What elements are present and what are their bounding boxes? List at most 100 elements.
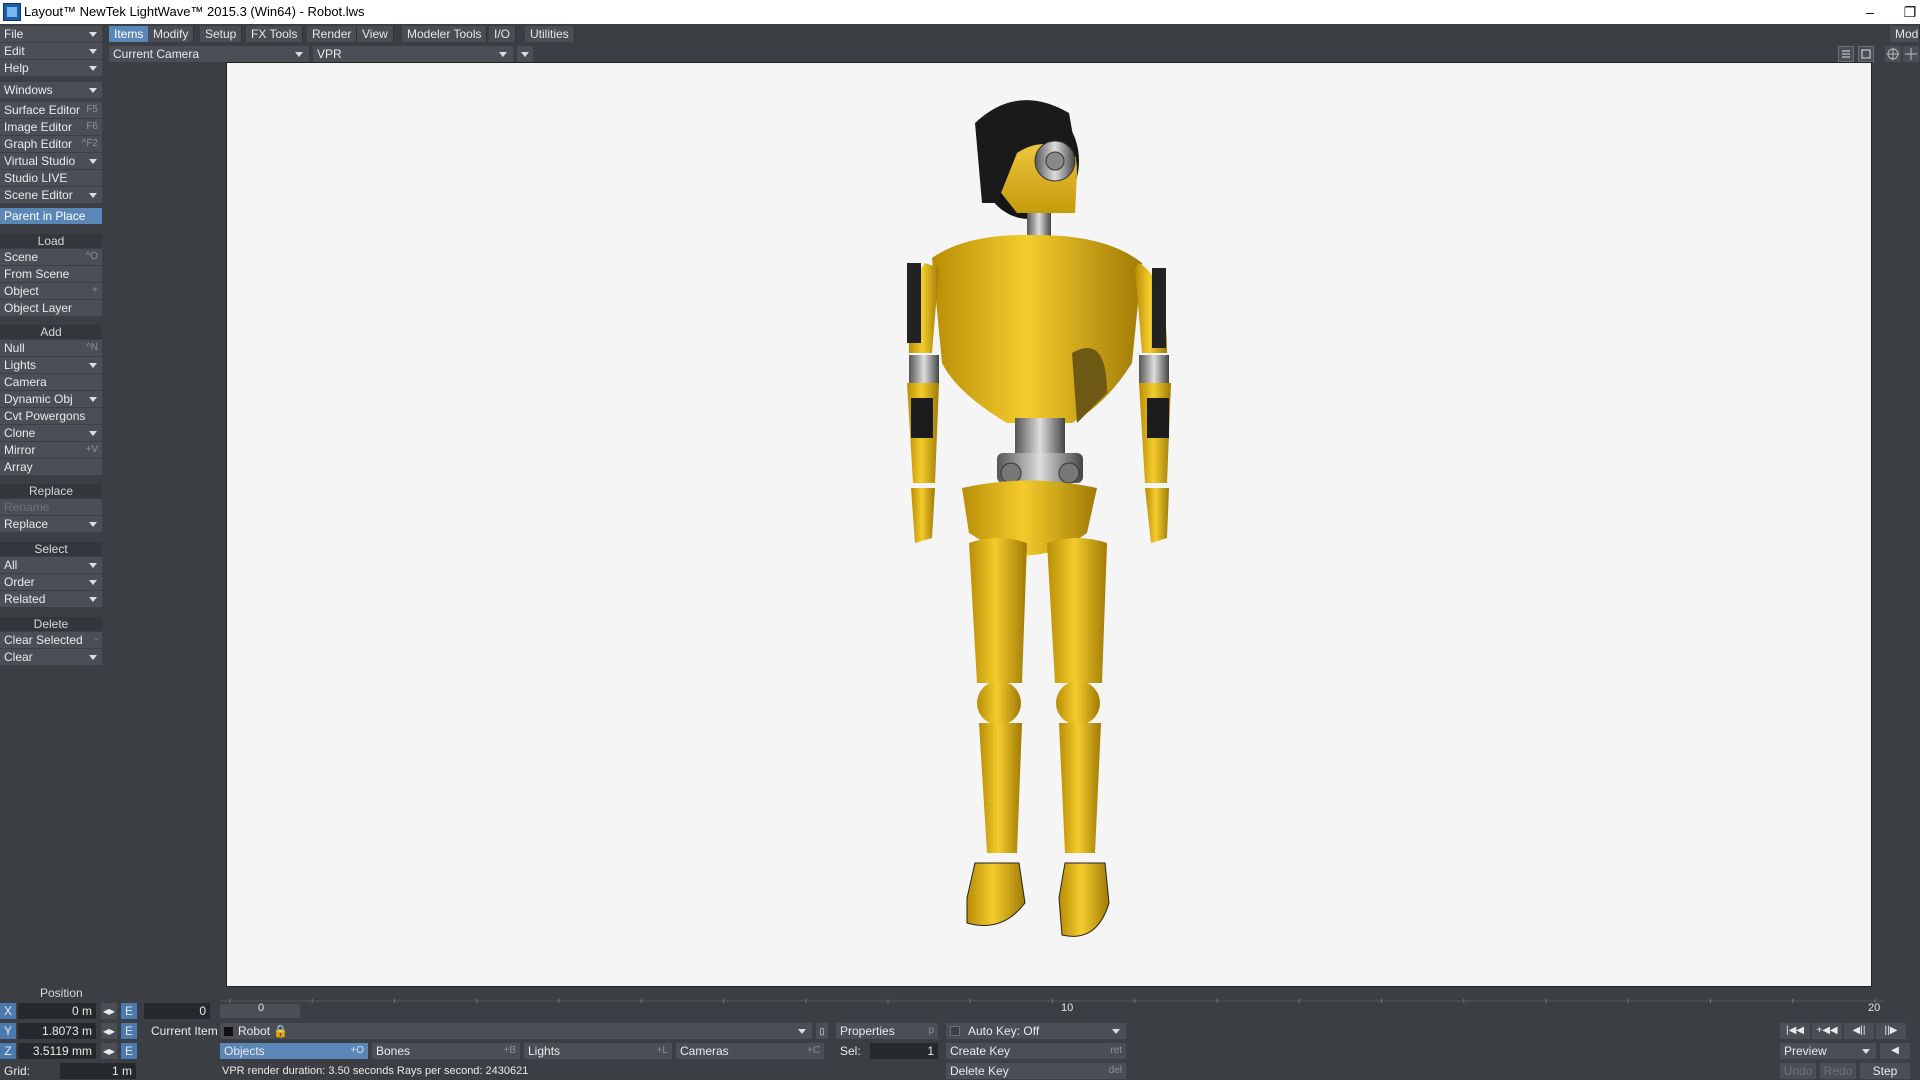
- grid-size-field[interactable]: 1 m: [60, 1063, 136, 1079]
- z-axis-toggle[interactable]: Z: [0, 1043, 16, 1059]
- mirror-button[interactable]: Mirror +V: [0, 442, 102, 458]
- viewport-camera-select[interactable]: Current Camera: [109, 46, 309, 62]
- viewport-rotate-icon[interactable]: [1903, 46, 1919, 62]
- tab-render[interactable]: Render: [307, 26, 358, 42]
- x-keyframe-arrows[interactable]: ◂▸: [101, 1003, 117, 1019]
- lightwave-app-icon: [3, 3, 21, 21]
- help-menu-button[interactable]: Help: [0, 60, 102, 76]
- maximize-button[interactable]: ❐: [1896, 0, 1920, 24]
- auto-key-select[interactable]: Auto Key: Off: [946, 1023, 1126, 1039]
- shortcut-hint: ret: [1110, 1045, 1122, 1056]
- bones-mode-button[interactable]: Bones +B: [372, 1043, 520, 1059]
- window-title: Layout™ NewTek LightWave™ 2015.3 (Win64)…: [24, 4, 365, 19]
- image-editor-button[interactable]: Image Editor F6: [0, 119, 102, 135]
- lights-mode-button[interactable]: Lights +L: [524, 1043, 672, 1059]
- parent-in-place-toggle[interactable]: Parent in Place: [0, 208, 102, 224]
- shortcut-hint: -: [94, 634, 98, 645]
- play-reverse-button[interactable]: ◀: [1880, 1043, 1910, 1059]
- tab-fx-tools[interactable]: FX Tools: [246, 26, 304, 42]
- viewport-toolbar: Current Camera VPR: [107, 44, 1920, 62]
- tab-view[interactable]: View: [357, 26, 394, 42]
- current-item-select[interactable]: Robot 🔒: [220, 1023, 812, 1039]
- current-item-label: Current Item: [151, 1024, 218, 1038]
- current-frame-field[interactable]: 0: [144, 1003, 210, 1019]
- shortcut-hint: p: [928, 1025, 934, 1036]
- select-all-button[interactable]: All: [0, 557, 102, 573]
- y-position-field[interactable]: 1.8073 m: [18, 1023, 96, 1039]
- undo-button[interactable]: Undo: [1780, 1063, 1816, 1079]
- shortcut-hint: +V: [85, 444, 98, 455]
- previous-frame-button[interactable]: ◀||: [1844, 1023, 1874, 1039]
- redo-button[interactable]: Redo: [1820, 1063, 1856, 1079]
- minimize-button[interactable]: –: [1856, 0, 1884, 24]
- viewport-maximize-icon[interactable]: [1858, 46, 1874, 62]
- replace-section-header: Replace: [0, 484, 102, 498]
- load-object-button[interactable]: Object +: [0, 283, 102, 299]
- x-position-field[interactable]: 0 m: [18, 1003, 96, 1019]
- tab-io[interactable]: I/O: [489, 26, 517, 42]
- cameras-mode-button[interactable]: Cameras +C: [676, 1043, 824, 1059]
- tab-setup[interactable]: Setup: [200, 26, 243, 42]
- delete-key-button[interactable]: Delete Key del: [946, 1063, 1126, 1079]
- viewport-move-icon[interactable]: [1885, 46, 1901, 62]
- add-lights-button[interactable]: Lights: [0, 357, 102, 373]
- replace-button[interactable]: Replace: [0, 516, 102, 532]
- select-related-button[interactable]: Related: [0, 591, 102, 607]
- x-axis-toggle[interactable]: X: [0, 1003, 16, 1019]
- vpr-status-text: VPR render duration: 3.50 seconds Rays p…: [222, 1065, 529, 1077]
- virtual-studio-button[interactable]: Virtual Studio: [0, 153, 102, 169]
- load-section-header: Load: [0, 234, 102, 248]
- y-envelope-button[interactable]: E: [121, 1023, 137, 1039]
- edit-menu-button[interactable]: Edit: [0, 43, 102, 59]
- z-position-field[interactable]: 3.5119 mm: [18, 1043, 96, 1059]
- viewport-options-dropdown[interactable]: [517, 46, 533, 62]
- chevron-down-icon: [89, 655, 97, 660]
- y-keyframe-arrows[interactable]: ◂▸: [101, 1023, 117, 1039]
- go-to-start-button[interactable]: |◀◀: [1780, 1023, 1810, 1039]
- load-scene-button[interactable]: Scene ^O: [0, 249, 102, 265]
- scene-editor-button[interactable]: Scene Editor: [0, 187, 102, 203]
- step-button[interactable]: Step: [1860, 1063, 1910, 1079]
- timeline-slider[interactable]: 0 10 20: [220, 997, 1885, 1019]
- viewport-list-icon[interactable]: [1838, 46, 1854, 62]
- file-menu-button[interactable]: File: [0, 26, 102, 42]
- studio-live-button[interactable]: Studio LIVE: [0, 170, 102, 186]
- preview-select[interactable]: Preview: [1780, 1043, 1876, 1059]
- add-camera-button[interactable]: Camera: [0, 374, 102, 390]
- clear-selected-button[interactable]: Clear Selected -: [0, 632, 102, 648]
- tab-utilities[interactable]: Utilities: [525, 26, 575, 42]
- previous-key-button[interactable]: +◀◀: [1812, 1023, 1842, 1039]
- next-frame-button[interactable]: ||▶: [1876, 1023, 1906, 1039]
- tab-modeler-tools[interactable]: Modeler Tools: [402, 26, 488, 42]
- create-key-button[interactable]: Create Key ret: [946, 1043, 1126, 1059]
- item-options-button[interactable]: ▯: [816, 1023, 828, 1039]
- viewport-3d[interactable]: [226, 62, 1872, 987]
- auto-key-checkbox[interactable]: [950, 1026, 960, 1036]
- delete-section-header: Delete: [0, 617, 102, 631]
- z-envelope-button[interactable]: E: [121, 1043, 137, 1059]
- load-from-scene-button[interactable]: From Scene: [0, 266, 102, 282]
- array-button[interactable]: Array: [0, 459, 102, 475]
- rename-button[interactable]: Rename: [0, 499, 102, 515]
- tab-items[interactable]: Items: [109, 26, 150, 42]
- z-keyframe-arrows[interactable]: ◂▸: [101, 1043, 117, 1059]
- windows-menu-button[interactable]: Windows: [0, 82, 102, 98]
- x-envelope-button[interactable]: E: [121, 1003, 137, 1019]
- load-object-layer-button[interactable]: Object Layer: [0, 300, 102, 316]
- clear-button[interactable]: Clear: [0, 649, 102, 665]
- select-order-button[interactable]: Order: [0, 574, 102, 590]
- surface-editor-button[interactable]: Surface Editor F5: [0, 102, 102, 118]
- select-section-header: Select: [0, 542, 102, 556]
- viewport-render-mode-select[interactable]: VPR: [313, 46, 513, 62]
- y-axis-toggle[interactable]: Y: [0, 1023, 16, 1039]
- graph-editor-button[interactable]: Graph Editor ^F2: [0, 136, 102, 152]
- clone-button[interactable]: Clone: [0, 425, 102, 441]
- chevron-down-icon: [89, 397, 97, 402]
- properties-button[interactable]: Properties p: [836, 1023, 938, 1039]
- objects-mode-button[interactable]: Objects +O: [220, 1043, 368, 1059]
- cvt-powergons-button[interactable]: Cvt Powergons: [0, 408, 102, 424]
- add-dynamic-obj-button[interactable]: Dynamic Obj: [0, 391, 102, 407]
- tab-modify[interactable]: Modify: [148, 26, 195, 42]
- add-null-button[interactable]: Null ^N: [0, 340, 102, 356]
- tab-modeler-switch[interactable]: Mod: [1890, 26, 1920, 42]
